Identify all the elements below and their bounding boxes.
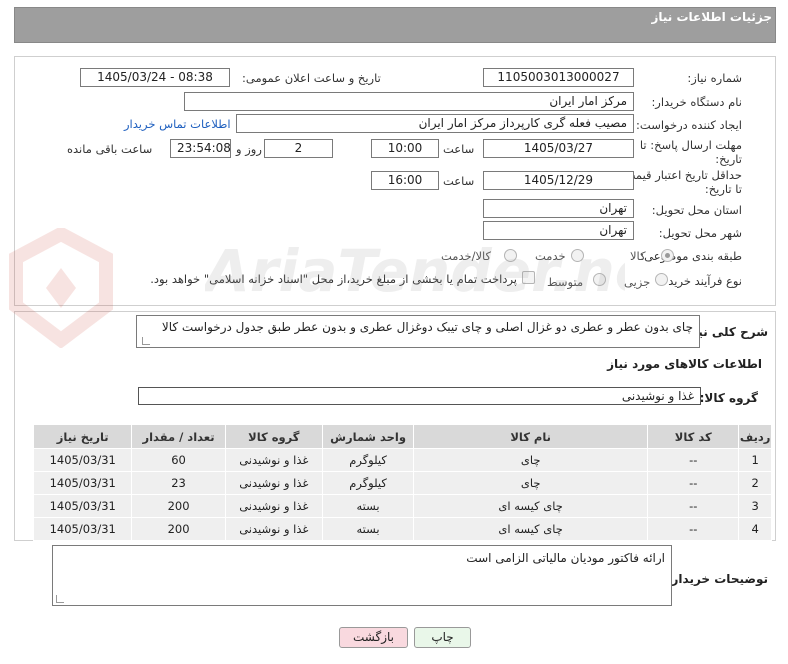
process-option-medium: متوسط [547,275,584,289]
reply-deadline-label: مهلت ارسال پاسخ: تا [639,138,742,152]
col-group-header: گروه کالا [224,424,323,449]
process-radio-medium[interactable] [593,273,606,286]
creator-label: ایجاد کننده درخواست: [636,118,742,132]
validity-hour-label: ساعت [443,174,475,188]
item-unit: کیلوگرم [321,448,415,472]
buyer-notes-textarea[interactable]: ارائه فاکتور مودیان مالیاتی الزامی است [52,545,672,606]
page-title: جزئیات اطلاعات نیاز [651,10,772,24]
treasury-payment-note: پرداخت تمام یا بخشی از مبلغ خرید،از محل … [150,272,517,286]
treasury-payment-checkbox[interactable] [522,271,535,284]
item-qty: 23 [131,471,226,495]
item-date: 1405/03/31 [32,448,133,472]
table-row: 1 -- چای کیلوگرم غذا و نوشیدنی 60 1405/0… [32,448,772,472]
category-radio-goods[interactable] [661,249,674,262]
item-date: 1405/03/31 [32,517,133,541]
resize-grip-icon[interactable] [142,337,150,345]
row-index: 2 [738,471,772,495]
need-description-textarea[interactable]: چای بدون عطر و عطری دو غزال اصلی و چای ت… [136,315,700,348]
resize-grip-icon[interactable] [56,595,64,603]
print-button[interactable]: چاپ [414,627,471,648]
category-label: طبقه بندی موضوعی: [640,249,742,263]
item-date: 1405/03/31 [32,471,133,495]
col-qty-header: تعداد / مقدار [131,424,226,449]
item-code: -- [647,494,740,518]
item-code: -- [647,448,740,472]
row-index: 1 [738,448,772,472]
buyer-notes-label: توضیحات خریدار: [666,572,768,586]
remaining-time-field[interactable]: 23:54:08 [170,139,231,158]
buyer-notes-text: ارائه فاکتور مودیان مالیاتی الزامی است [466,551,665,565]
goods-group-field[interactable]: غذا و نوشیدنی [138,387,701,405]
item-name: چای کیسه ای [413,517,649,541]
category-option-service: خدمت [535,249,566,263]
province-label: استان محل تحویل: [651,203,742,217]
goods-table: ردیف کد کالا نام کالا واحد شمارش گروه کا… [32,424,772,541]
goods-group-label: گروه کالا: [699,391,758,405]
item-code: -- [647,471,740,495]
reply-date-field[interactable]: 1405/03/27 [483,139,634,158]
buyer-contact-link[interactable]: اطلاعات تماس خریدار [124,117,231,131]
watermark-emblem-icon [9,228,113,348]
item-date: 1405/03/31 [32,494,133,518]
process-radio-minor[interactable] [655,273,668,286]
item-group: غذا و نوشیدنی [224,494,323,518]
province-field[interactable]: تهران [483,199,634,218]
reply-hour-label: ساعت [443,142,475,156]
row-index: 4 [738,517,772,541]
back-button[interactable]: بازگشت [339,627,408,648]
days-label: روز و [236,142,262,156]
category-radio-goods-service[interactable] [504,249,517,262]
buyer-org-field[interactable]: مرکز امار ایران [184,92,634,111]
process-type-label: نوع فرآیند خرید : [660,274,742,288]
days-remaining-field[interactable]: 2 [264,139,333,158]
city-label: شهر محل تحویل: [658,226,742,240]
remaining-time-label: ساعت باقی مانده [67,142,153,156]
reply-time-field[interactable]: 10:00 [371,139,439,158]
validity-label: حداقل تاریخ اعتبار قیمت: [620,168,742,182]
item-group: غذا و نوشیدنی [224,448,323,472]
buyer-org-label: نام دستگاه خریدار: [651,95,742,109]
category-option-goods-service: کالا/خدمت [441,249,492,263]
row-index: 3 [738,494,772,518]
col-date-header: تاریخ نیاز [32,424,133,449]
item-name: چای [413,448,649,472]
need-number-label: شماره نیاز: [687,71,742,85]
category-option-goods: کالا [630,249,646,263]
col-unit-header: واحد شمارش [321,424,415,449]
goods-section-title: اطلاعات کالاهای مورد نیاز [607,357,762,371]
validity-time-field[interactable]: 16:00 [371,171,439,190]
creator-field[interactable]: مصیب فعله گری کارپرداز مرکز امار ایران [236,114,634,133]
need-description-text: چای بدون عطر و عطری دو غزال اصلی و چای ت… [161,320,693,334]
reply-deadline-label-2: تاریخ: [715,152,742,166]
process-option-minor: جزیی [624,275,651,289]
announce-datetime-label: تاریخ و ساعت اعلان عمومی: [242,71,381,85]
category-radio-service[interactable] [571,249,584,262]
item-unit: بسته [321,517,415,541]
item-group: غذا و نوشیدنی [224,517,323,541]
col-row-header: ردیف [738,424,772,449]
validity-label-2: تا تاریخ: [704,182,742,196]
validity-date-field[interactable]: 1405/12/29 [483,171,634,190]
item-qty: 200 [131,517,226,541]
item-name: چای کیسه ای [413,494,649,518]
table-row: 4 -- چای کیسه ای بسته غذا و نوشیدنی 200 … [32,517,772,541]
item-qty: 200 [131,494,226,518]
item-name: چای [413,471,649,495]
item-unit: کیلوگرم [321,471,415,495]
table-header-row: ردیف کد کالا نام کالا واحد شمارش گروه کا… [32,424,772,449]
need-number-field[interactable]: 1105003013000027 [483,68,634,87]
city-field[interactable]: تهران [483,221,634,240]
item-qty: 60 [131,448,226,472]
col-code-header: کد کالا [647,424,740,449]
item-code: -- [647,517,740,541]
item-group: غذا و نوشیدنی [224,471,323,495]
col-name-header: نام کالا [413,424,649,449]
table-row: 2 -- چای کیلوگرم غذا و نوشیدنی 23 1405/0… [32,471,772,495]
table-row: 3 -- چای کیسه ای بسته غذا و نوشیدنی 200 … [32,494,772,518]
announce-datetime-field[interactable]: 1405/03/24 - 08:38 [80,68,230,87]
item-unit: بسته [321,494,415,518]
